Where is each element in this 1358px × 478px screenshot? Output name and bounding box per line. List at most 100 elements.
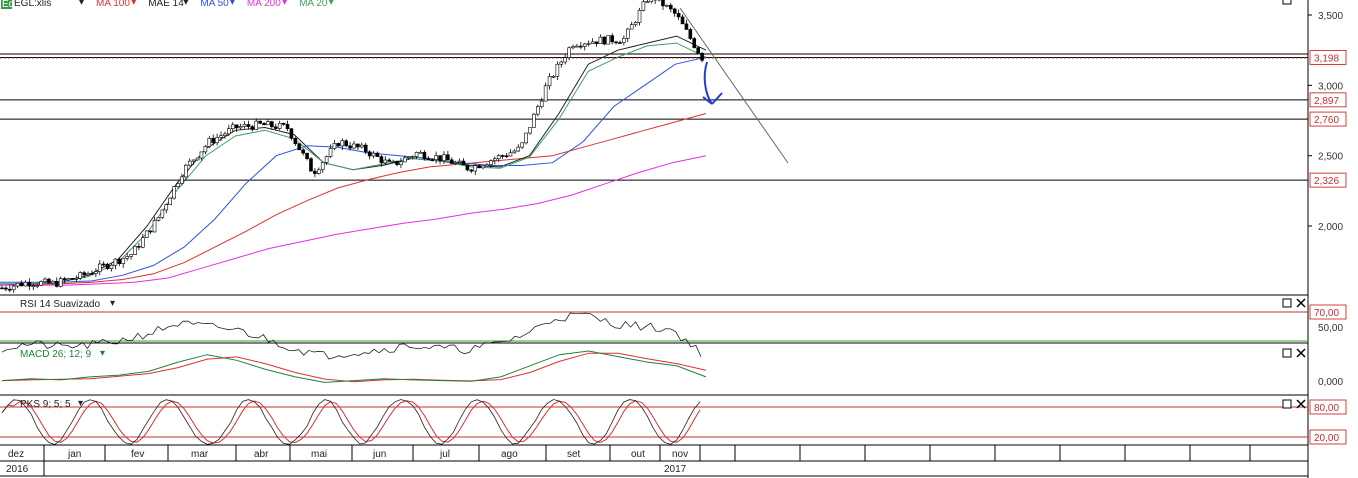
candle-body [234,124,239,129]
candle-body [43,278,47,282]
candle-body [238,126,243,129]
candle-body [676,13,681,18]
candle-body [356,143,360,148]
macd-maximize-icon[interactable] [1282,348,1292,358]
panel-maximize-icon[interactable] [1282,0,1292,5]
candle-body [602,36,607,45]
candle-body [31,285,36,288]
candle-body [152,220,157,233]
candle-body [547,76,552,87]
candle-body [11,285,16,291]
pks-label[interactable]: PKS 9; 5; 5 [20,399,71,410]
candle-body [672,8,677,14]
candle-body [489,160,493,165]
candle-body [187,160,192,166]
candle-body [109,264,114,269]
candle-body [82,272,86,276]
pks-dropdown-icon[interactable]: ▾ [78,398,83,409]
candle-body [15,282,20,287]
candle-body [313,170,317,174]
candle-body [86,273,90,276]
indicator-legend-item[interactable]: MA 100 [96,0,130,9]
candle-body [156,217,161,221]
indicator-legend-item[interactable]: MA 200 [247,0,281,9]
candle-body [125,256,129,259]
candle-body [391,160,395,163]
candle-body [696,47,700,54]
price-tick-label: 2,000 [1318,222,1343,233]
candle-body [180,176,184,184]
candle-body [492,158,497,161]
candle-body [262,123,266,126]
macd-label[interactable]: MACD 26; 12; 9 [20,349,92,360]
candle-body [160,209,165,218]
indicator-dropdown-icon[interactable]: ▾ [329,0,334,8]
indicator-dropdown-icon[interactable]: ▾ [183,0,188,8]
pks-maximize-icon[interactable] [1282,399,1292,409]
candle-body [277,122,282,129]
candle-body [363,144,368,153]
month-label: dez [8,449,24,460]
candle-body [625,28,630,39]
candle-body [66,278,71,281]
price-tick-label: 2,500 [1318,152,1343,163]
candle-body [164,204,169,211]
rsi-dropdown-icon[interactable]: ▾ [110,298,115,309]
candle-body [176,183,180,187]
candle-body [582,43,587,47]
price-level-tag-label: 2,897 [1314,96,1339,107]
candle-body [473,165,478,172]
candle-body [316,169,321,174]
candle-body [637,10,642,23]
candle-body [684,23,689,30]
chart-canvas[interactable]: 3,500 3,000 2,500 2,000 3,198 2,897 2,760 2,32… [0,0,1358,478]
candle-body [289,128,294,139]
rsi-label[interactable]: RSI 14 Suavizado [20,299,100,310]
indicator-legend-item[interactable]: MA 20 [299,0,328,9]
candle-body [641,1,646,11]
month-label: ago [501,449,518,460]
indicator-dropdown-icon[interactable]: ▾ [131,0,136,8]
candle-body [301,149,305,154]
indicator-dropdown-icon[interactable]: ▾ [282,0,287,8]
indicator-dropdown-icon[interactable]: ▾ [230,0,235,8]
candle-body [223,133,227,136]
price-tick-label: 3,500 [1318,11,1343,22]
candle-body [293,138,298,145]
month-label: jun [372,449,386,460]
candle-body [168,197,172,206]
candle-body [195,157,200,161]
candle-body [442,154,446,161]
candle-body [516,146,521,152]
candle-body [47,278,51,284]
candle-body [575,45,579,48]
candle-body [446,154,450,161]
rsi-maximize-icon[interactable] [1282,298,1292,308]
candle-body [551,76,556,78]
indicator-legend-item[interactable]: MA 50 [200,0,229,9]
candle-body [19,282,24,287]
price-level-tag-label: 2,326 [1314,176,1339,187]
candle-body [383,159,388,164]
candle-body [645,1,650,3]
indicator-legend-item[interactable]: MAE 14 [148,0,184,9]
candle-body [230,124,235,129]
chart-frame [0,0,1357,477]
symbol-dropdown-icon[interactable]: ▾ [79,0,84,8]
candle-body [485,164,489,167]
candle-body [344,140,348,147]
candle-body [375,152,380,157]
month-label: nov [672,449,688,460]
candle-body [618,42,622,44]
candle-body [227,128,231,135]
candle-body [8,288,12,291]
candle-body [129,254,133,257]
candle-body [78,272,83,279]
year-label-2016: 2016 [6,464,29,475]
candle-body [563,57,568,63]
candle-body [305,152,309,159]
candle-body [539,100,544,107]
symbol-label[interactable]: EGL:xlis [14,0,51,9]
macd-dropdown-icon[interactable]: ▾ [100,348,105,359]
price-level-tag-label: 2,760 [1314,115,1339,126]
